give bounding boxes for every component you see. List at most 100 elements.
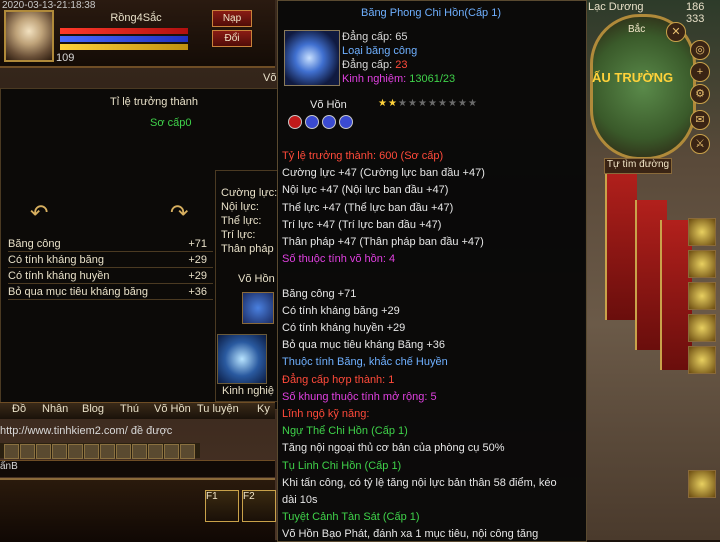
skill-slot-f2[interactable]: F2 [242, 490, 276, 522]
tooltip-line: Số khung thuộc tính mở rộng: 5 [282, 390, 437, 403]
tooltip-info-type: Loại băng công [342, 45, 418, 57]
exchange-button[interactable]: Đổi [212, 30, 252, 47]
tab-cultivation[interactable]: Tu luyện [197, 403, 239, 415]
settings-icon[interactable]: ⚙ [690, 84, 710, 104]
star-empty-icon: ★ [398, 98, 407, 109]
zoom-icon[interactable]: + [690, 62, 710, 82]
panel-header-fragment: Võ [263, 72, 277, 84]
chat-emote-icon[interactable] [180, 444, 195, 459]
buff-icon[interactable] [688, 250, 716, 278]
rank-label: Đẳng cấp: [342, 59, 396, 71]
rotate-right-icon[interactable]: ↷ [170, 200, 188, 226]
chat-emote-icon[interactable] [100, 444, 115, 459]
tooltip-line: Đẳng cấp hợp thành: 1 [282, 373, 395, 386]
tooltip-line: dài 10s [282, 494, 318, 506]
chat-emote-icon[interactable] [164, 444, 179, 459]
skill-slot-f1[interactable]: F1 [205, 490, 239, 522]
tab-martial-soul[interactable]: Võ Hồn [154, 403, 191, 415]
tab-equipment[interactable]: Đồ [12, 403, 26, 415]
auto-route-button[interactable]: Tự tìm đường [604, 158, 672, 174]
tooltip-line: Khi tấn công, có tỷ lệ tăng nội lực bản … [282, 476, 557, 489]
stat-name: Băng công [8, 238, 61, 250]
star-empty-icon: ★ [468, 98, 477, 109]
tab-character[interactable]: Nhân [42, 403, 68, 415]
tooltip-line: Có tính kháng băng +29 [282, 304, 400, 317]
world-map-icon[interactable]: ◎ [690, 40, 710, 60]
chat-emote-icon[interactable] [148, 444, 163, 459]
buff-icon[interactable] [688, 314, 716, 342]
growth-rate-value: Sơ cấp0 [150, 117, 192, 129]
f1-label: F1 [206, 491, 218, 502]
exp-label: Kinh nghiệm: [342, 73, 410, 85]
map-name: Lạc Dương [588, 1, 644, 13]
hp-bar [60, 28, 188, 34]
tooltip-line: Tụ Linh Chi Hồn (Cấp 1) [282, 459, 402, 472]
buff-icon[interactable] [688, 218, 716, 246]
star-empty-icon: ★ [438, 98, 447, 109]
tooltip-line: Võ Hồn Bạo Phát, đánh xa 1 mục tiêu, nội… [282, 528, 539, 541]
chat-emote-icon[interactable] [132, 444, 147, 459]
experience-label: Kinh nghiệ [222, 385, 274, 397]
red-gem-icon [288, 115, 302, 129]
energy-label: Nội lực: [221, 201, 259, 213]
tooltip-line: Tăng nội ngoại thủ cơ bản của phòng cụ 5… [282, 442, 505, 455]
tooltip-line: Số thuộc tính võ hồn: 4 [282, 253, 396, 266]
chat-emote-icon[interactable] [116, 444, 131, 459]
chat-emote-icon[interactable] [52, 444, 67, 459]
coordinates: 186 333 [686, 1, 720, 25]
stat-value: +71 [188, 238, 207, 250]
tooltip-line: Tỷ lệ trưởng thành: 600 (Sơ cấp) [282, 150, 444, 162]
tab-pet[interactable]: Thú [120, 403, 139, 415]
star-empty-icon: ★ [448, 98, 457, 109]
soul-item-icon [284, 30, 340, 86]
blue-gem-icon [339, 115, 353, 129]
sword-icon[interactable]: ⚔ [690, 134, 710, 154]
mp-bar [60, 36, 188, 42]
mail-icon[interactable]: ✉ [690, 110, 710, 130]
soul-slot-label: Võ Hồn [238, 273, 275, 285]
red-banner [605, 170, 637, 320]
coord-y: 333 [686, 13, 705, 25]
rotate-left-icon[interactable]: ↶ [30, 200, 48, 226]
soul-label: Võ Hồn [310, 99, 347, 111]
chat-emote-icon[interactable] [4, 444, 19, 459]
stat-row: Bỏ qua mục tiêu kháng băng +36 [8, 286, 213, 300]
star-filled-icon: ★ [378, 98, 387, 109]
recharge-button[interactable]: Nạp [212, 10, 252, 27]
tooltip-line: Thuộc tính Băng, khắc chế Huyền [282, 356, 448, 369]
soul-skill-icon[interactable] [217, 334, 267, 384]
chat-url-line[interactable]: http://www.tinhkiem2.com/ đề được [0, 425, 275, 440]
buff-icon[interactable] [688, 282, 716, 310]
chat-emote-icon[interactable] [68, 444, 83, 459]
character-portrait[interactable] [4, 10, 54, 62]
tooltip-line: Thể lực +47 (Thể lực ban đầu +47) [282, 201, 454, 214]
tab-blog[interactable]: Blog [82, 403, 104, 415]
star-empty-icon: ★ [428, 98, 437, 109]
stat-row: Băng công +71 [8, 238, 213, 252]
tooltip-line: Có tính kháng huyền +29 [282, 322, 406, 334]
chat-input[interactable]: ấnB [0, 460, 275, 477]
close-icon[interactable]: ✕ [666, 22, 686, 42]
star-filled-icon: ★ [388, 98, 397, 109]
stat-name: Có tính kháng băng [8, 254, 105, 266]
character-name: Rồng4Sắc [110, 12, 162, 24]
blue-gem-icon [305, 115, 319, 129]
tooltip-line: Trí lực +47 (Trí lực ban đầu +47) [282, 218, 442, 231]
stat-name: Có tính kháng huyền [8, 270, 110, 282]
bag-icon[interactable] [688, 470, 716, 498]
tooltip-line: Thân pháp +47 (Thân pháp ban đầu +47) [282, 236, 484, 248]
star-empty-icon: ★ [458, 98, 467, 109]
stat-value: +36 [188, 286, 207, 298]
stat-row: Có tính kháng băng +29 [8, 254, 213, 268]
agility-label: Thân pháp [221, 243, 274, 255]
chat-emote-icon[interactable] [36, 444, 51, 459]
chat-emote-icon[interactable] [20, 444, 35, 459]
tab-skill[interactable]: Ky [257, 403, 270, 415]
stat-row: Có tính kháng huyền +29 [8, 270, 213, 284]
tooltip-title: Băng Phong Chi Hồn(Cấp 1) [360, 7, 502, 19]
tooltip-line: Tuyệt Cảnh Tàn Sát (Cấp 1) [282, 511, 420, 524]
tooltip-line: Nội lực +47 (Nội lực ban đầu +47) [282, 184, 449, 197]
buff-icon[interactable] [688, 346, 716, 374]
soul-slot-icon[interactable] [242, 292, 274, 324]
chat-emote-icon[interactable] [84, 444, 99, 459]
